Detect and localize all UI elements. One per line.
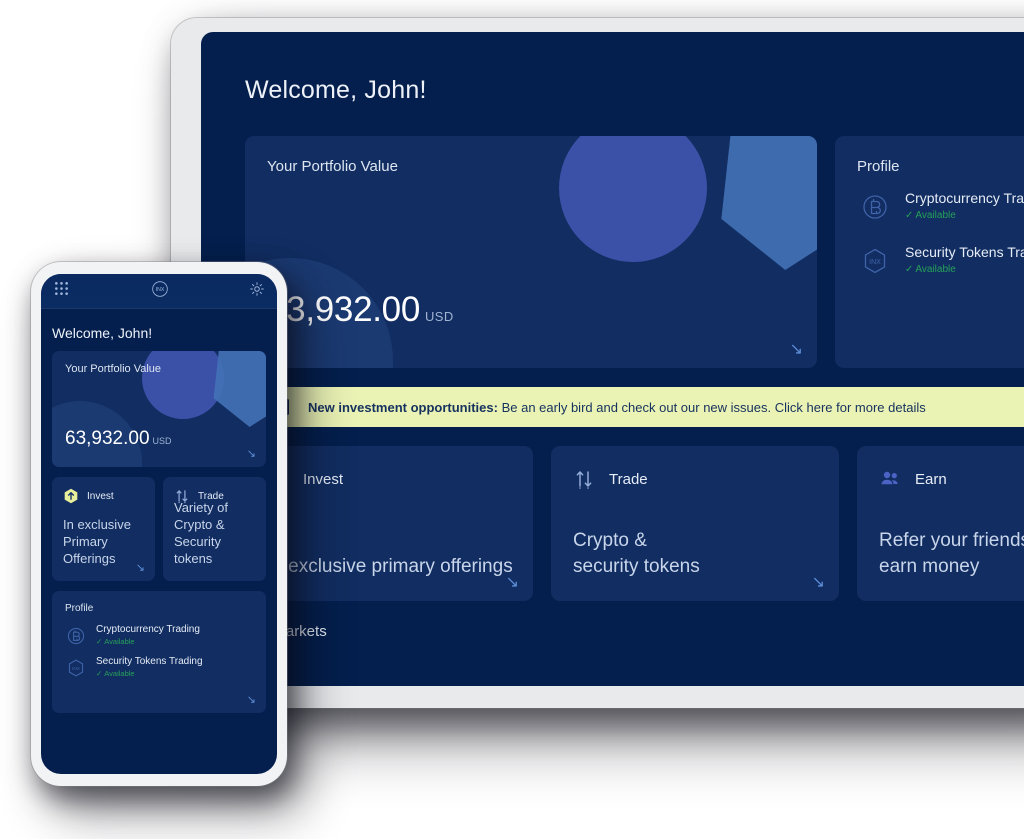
- svg-text:INX: INX: [869, 259, 881, 266]
- invest-hexagon-arrow-icon: [63, 488, 79, 504]
- phone-top-bar: INX: [41, 274, 277, 309]
- profile-item-name: Cryptocurrency Trading: [96, 624, 200, 635]
- bitcoin-icon: [65, 625, 87, 647]
- tile-description: Crypto & security tokens: [573, 530, 700, 577]
- grid-menu-icon[interactable]: [54, 281, 69, 301]
- profile-card[interactable]: Profile Cryptocurrency Trading: [835, 136, 1024, 368]
- inx-logo[interactable]: INX: [149, 278, 171, 305]
- phone-trade-tile[interactable]: Trade Variety of Crypto & Security token…: [163, 477, 266, 581]
- svg-text:INX: INX: [72, 666, 81, 672]
- status-badge: ✓ Available: [905, 264, 1024, 275]
- list-item-texts: Security Tokens Trading ✓Available: [905, 243, 1024, 275]
- tile-description: In exclusive primary offerings: [267, 555, 513, 577]
- list-item-texts: Cryptocurrency Trading ✓Available: [96, 624, 200, 646]
- portfolio-currency: USD: [425, 309, 454, 324]
- check-icon: ✓: [905, 264, 914, 275]
- phone-portfolio-amount-value: 63,932.00: [65, 428, 150, 449]
- section-title-top-markets: Top Markets: [245, 623, 327, 640]
- phone-portfolio-amount: 63,932.00 USD: [65, 428, 172, 450]
- tile-header: Invest: [52, 477, 155, 504]
- check-icon: ✓: [96, 637, 103, 646]
- trade-tile[interactable]: Trade Crypto & security tokens ↘: [551, 446, 839, 601]
- tile-description: In exclusive Primary Offerings: [63, 517, 131, 567]
- arrow-down-right-icon[interactable]: ↘: [247, 695, 256, 706]
- phone-profile-card[interactable]: Profile Cryptocurrency Trading ✓ Availabl…: [52, 591, 266, 713]
- arrow-down-right-icon[interactable]: ↘: [506, 575, 519, 591]
- phone-portfolio-card[interactable]: Your Portfolio Value 63,932.00 USD ↘: [52, 351, 266, 467]
- arrow-down-right-icon[interactable]: ↘: [790, 342, 803, 358]
- desktop-top-row: Your Portfolio Value 63,932.00 USD ↘ Prof…: [245, 136, 1024, 368]
- profile-card-title: Profile: [857, 158, 900, 175]
- status-badge: ✓ Available: [96, 637, 200, 646]
- sun-icon[interactable]: [250, 281, 264, 301]
- tile-header: Trade: [551, 446, 839, 490]
- desktop-action-tiles: Invest In exclusive primary offerings ↘: [245, 446, 1024, 601]
- phone-app-content: Welcome, John! Your Portfolio Value 63,9…: [41, 309, 277, 713]
- list-item[interactable]: INX Security Tokens Trading ✓Available: [859, 243, 1024, 277]
- portfolio-amount: 63,932.00 USD: [267, 290, 454, 330]
- tile-title: Earn: [915, 470, 947, 488]
- phone-portfolio-currency: USD: [152, 436, 172, 446]
- inx-hexagon-icon: INX: [65, 657, 87, 679]
- list-item[interactable]: Cryptocurrency Trading ✓Available: [859, 189, 1024, 223]
- check-icon: ✓: [96, 669, 103, 678]
- promo-banner[interactable]: New investment opportunities: Be an earl…: [245, 387, 1024, 427]
- portfolio-amount-value: 63,932.00: [267, 290, 421, 329]
- earn-people-icon: [879, 468, 901, 490]
- profile-item-name: Security Tokens Trading: [905, 244, 1024, 260]
- phone-device-frame: INX Welcome, John! Your Portfolio Value …: [31, 262, 287, 786]
- status-text: Available: [915, 264, 956, 275]
- banner-message-bold: New investment opportunities:: [308, 399, 498, 415]
- laptop-screen: Welcome, John! Your Portfolio Value 63,9…: [201, 32, 1024, 686]
- tile-title: Invest: [87, 490, 114, 502]
- tile-header: Earn: [857, 446, 1024, 490]
- tile-title: Invest: [303, 470, 344, 488]
- profile-items-list: Cryptocurrency Trading ✓Available INX: [835, 175, 1024, 277]
- bitcoin-icon: [859, 191, 891, 223]
- invest-tile[interactable]: Invest In exclusive primary offerings ↘: [245, 446, 533, 601]
- arrow-down-right-icon[interactable]: ↘: [812, 575, 825, 591]
- status-text: Available: [104, 637, 135, 646]
- check-icon: ✓: [905, 210, 914, 221]
- phone-portfolio-label: Your Portfolio Value: [65, 363, 162, 375]
- arrow-down-right-icon[interactable]: ↘: [247, 449, 256, 460]
- banner-message-rest: Be an early bird and check out our new i…: [497, 399, 926, 415]
- profile-item-name: Cryptocurrency Trading: [905, 190, 1024, 206]
- list-item[interactable]: Cryptocurrency Trading ✓Available: [65, 624, 266, 647]
- phone-screen: INX Welcome, John! Your Portfolio Value …: [41, 274, 277, 774]
- svg-text:INX: INX: [155, 287, 164, 293]
- banner-message: New investment opportunities: Be an earl…: [245, 400, 926, 415]
- tile-description: Variety of Crypto & Security tokens: [174, 500, 228, 567]
- list-item-texts: Security Tokens Trading ✓Available: [96, 656, 203, 678]
- tile-header: Invest: [245, 446, 533, 490]
- trade-arrows-icon: [573, 468, 595, 490]
- phone-profile-title: Profile: [65, 603, 94, 614]
- portfolio-label: Your Portfolio Value: [267, 158, 398, 175]
- laptop-device-frame: Welcome, John! Your Portfolio Value 63,9…: [171, 18, 1024, 708]
- portfolio-value-card[interactable]: Your Portfolio Value 63,932.00 USD ↘: [245, 136, 817, 368]
- earn-tile[interactable]: Earn Refer your friends & earn money ↘: [857, 446, 1024, 601]
- status-badge: ✓ Available: [96, 669, 203, 678]
- tile-title: Trade: [609, 470, 648, 488]
- phone-action-tiles: Invest In exclusive Primary Offerings ↘: [52, 477, 266, 581]
- arrow-down-right-icon[interactable]: ↘: [136, 563, 145, 574]
- status-badge: ✓ Available: [905, 210, 1024, 221]
- tile-description: Refer your friends & earn money: [879, 530, 1024, 577]
- phone-page-title: Welcome, John!: [52, 325, 153, 341]
- status-text: Available: [915, 210, 956, 221]
- profile-item-name: Security Tokens Trading: [96, 656, 203, 667]
- page-title: Welcome, John!: [245, 76, 427, 104]
- desktop-app-content: Welcome, John! Your Portfolio Value 63,9…: [201, 32, 1024, 640]
- inx-hexagon-icon: INX: [859, 245, 891, 277]
- list-item-texts: Cryptocurrency Trading ✓Available: [905, 189, 1024, 221]
- list-item[interactable]: INX Security Tokens Trading ✓Available: [65, 656, 266, 679]
- phone-invest-tile[interactable]: Invest In exclusive Primary Offerings ↘: [52, 477, 155, 581]
- status-text: Available: [104, 669, 135, 678]
